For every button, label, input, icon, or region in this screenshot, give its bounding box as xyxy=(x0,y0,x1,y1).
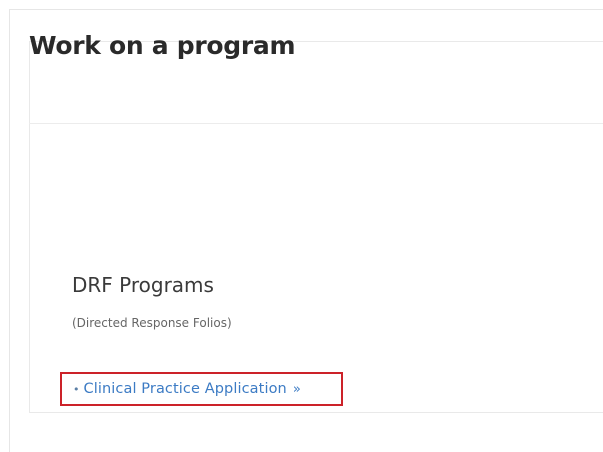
section-heading: DRF Programs xyxy=(72,273,214,297)
panel-divider xyxy=(29,123,603,124)
page-title: Work on a program xyxy=(29,31,296,60)
bullet-icon: • xyxy=(73,382,80,396)
program-panel xyxy=(29,41,603,413)
program-list-item-highlighted: • Clinical Practice Application » xyxy=(60,372,343,406)
double-chevron-right-icon[interactable]: » xyxy=(293,382,301,397)
section-subheading: (Directed Response Folios) xyxy=(72,316,232,330)
clinical-practice-application-link[interactable]: Clinical Practice Application xyxy=(84,381,287,397)
